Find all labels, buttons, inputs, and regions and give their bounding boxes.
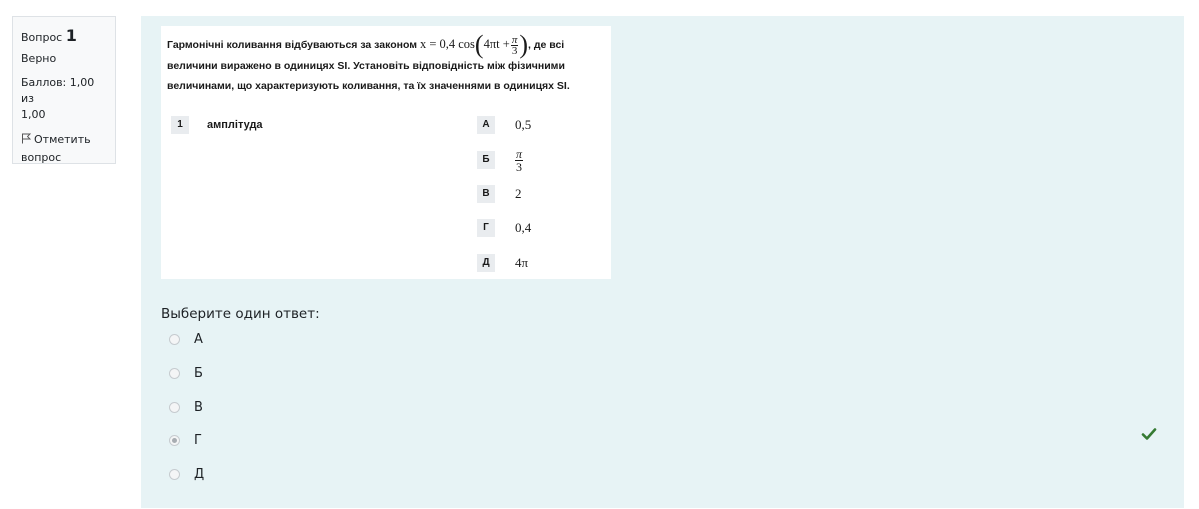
answer-option-label: В [194, 400, 203, 415]
right-item-value-b: π 3 [515, 148, 524, 174]
right-item-tag-d: Д [477, 254, 495, 272]
question-content: Гармонічні коливання відбуваються за зак… [141, 16, 1184, 508]
answer-option-label: Б [194, 366, 203, 381]
right-item-tag-v: В [477, 185, 495, 203]
answer-prompt: Выберите один ответ: [161, 306, 320, 322]
radio-button-selected[interactable] [169, 435, 180, 446]
radio-button[interactable] [169, 368, 180, 379]
question-text-line-1: Гармонічні коливання відбуваються за зак… [167, 32, 607, 58]
flag-icon [21, 132, 32, 144]
question-text-line-3: величинами, що характеризують коливання,… [167, 79, 570, 92]
left-item-label: амплітуда [207, 119, 263, 131]
grade-line-2: 1,00 [21, 108, 46, 121]
formula-inner: 4πt + [483, 37, 510, 51]
right-item-tag-g: Г [477, 219, 495, 237]
question-image: Гармонічні коливання відбуваються за зак… [161, 26, 611, 279]
radio-button[interactable] [169, 402, 180, 413]
grade-line-1: Баллов: 1,00 из [21, 76, 95, 105]
formula-paren-close: ) [519, 30, 528, 59]
right-item-tag-b: Б [477, 151, 495, 169]
answer-option-label: А [194, 332, 203, 347]
right-item-value-v: 2 [515, 186, 522, 201]
question-text-part-1: Гармонічні коливання відбуваються за зак… [167, 39, 418, 51]
flag-question-button[interactable]: Отметить вопрос [21, 131, 107, 167]
flag-label-2: вопрос [21, 151, 62, 164]
question-text-part-2: , де всі [528, 39, 565, 51]
question-text-line-2: величини виражено в одиницях SI. Установ… [167, 59, 565, 72]
check-icon [1141, 426, 1157, 442]
question-number: 1 [65, 26, 77, 45]
right-item-value-a: 0,5 [515, 117, 532, 132]
answer-option-label: Д [194, 467, 205, 482]
right-item-value-d: 4π [515, 255, 529, 270]
right-item-value-b-den: 3 [516, 160, 522, 174]
question-info: Вопрос 1 Верно Баллов: 1,00 из 1,00 Отме… [12, 16, 116, 164]
flag-label-1: Отметить [34, 133, 91, 146]
question-grade: Баллов: 1,00 из 1,00 [21, 75, 107, 123]
right-item-value-g: 0,4 [515, 220, 532, 235]
formula-frac-den: 3 [511, 44, 518, 57]
radio-button[interactable] [169, 334, 180, 345]
radio-button[interactable] [169, 469, 180, 480]
question-number-row: Вопрос 1 [21, 25, 107, 49]
formula-fraction: π3 [510, 34, 519, 57]
answer-option-label: Г [194, 433, 202, 448]
formula-paren-open: ( [474, 30, 484, 59]
left-item-tag: 1 [171, 116, 189, 134]
formula-lhs: x = 0,4 cos [419, 37, 475, 51]
right-item-tag-a: А [477, 116, 495, 134]
question-state: Верно [21, 52, 57, 65]
question-text: Гармонічні коливання відбуваються за зак… [167, 32, 607, 96]
question-label: Вопрос [21, 31, 63, 44]
